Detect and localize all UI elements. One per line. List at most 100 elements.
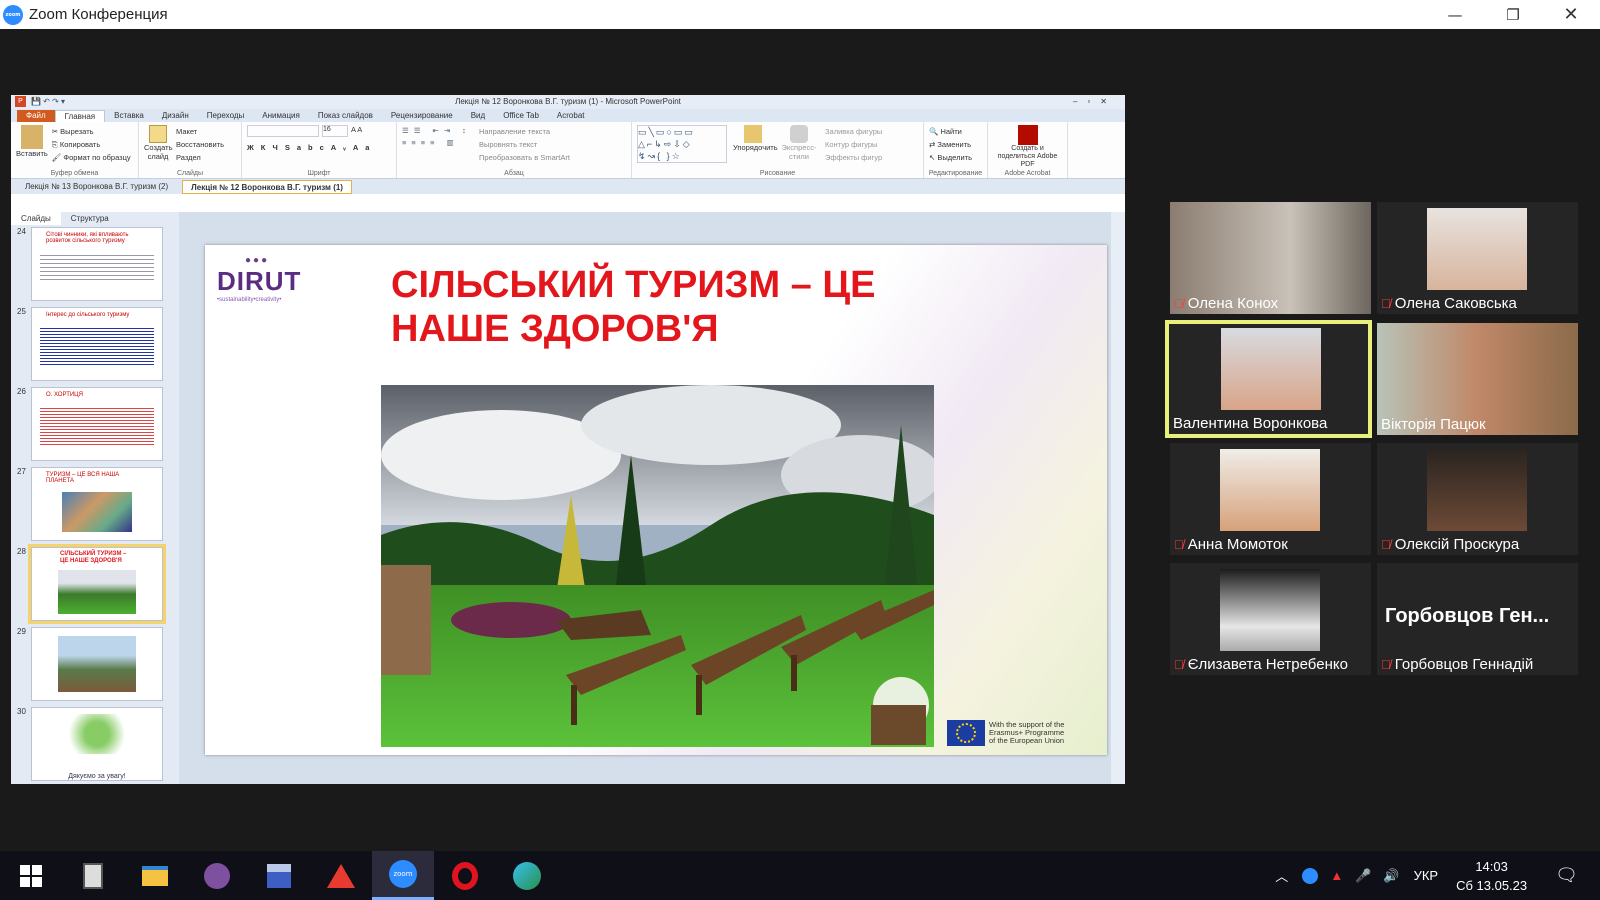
tab-slideshow[interactable]: Показ слайдов (309, 110, 382, 122)
window-title: Zoom Конференция (29, 6, 168, 23)
new-slide-button[interactable]: Создать слайд (144, 125, 173, 164)
start-button[interactable] (0, 851, 62, 900)
participant-tile[interactable]: 🎙̸ Єлизавета Нетребенко (1170, 563, 1371, 675)
slide-thumbnail[interactable] (31, 627, 163, 701)
thumbnail-26[interactable]: 26 О. ХОРТИЦЯ (17, 387, 163, 461)
paragraph-buttons[interactable]: ☰☰ ⇤⇥ ↕ ≡≡≡≡ ▥ (402, 125, 471, 164)
app-button[interactable] (310, 851, 372, 900)
smartart-button[interactable]: Преобразовать в SmartArt (479, 151, 570, 164)
select-button[interactable]: ↖ Выделить (929, 151, 982, 164)
participant-tile[interactable]: 🎙̸ Анна Момоток (1170, 443, 1371, 555)
create-pdf-button[interactable]: Создать и поделиться Adobe PDF (993, 125, 1062, 169)
slide-thumbnail[interactable]: Сітові чинники, які впливають розвиток с… (31, 227, 163, 301)
quick-styles-button[interactable]: Экспресс-стили (779, 125, 819, 164)
tab-transitions[interactable]: Переходы (198, 110, 254, 122)
tab-acrobat[interactable]: Acrobat (548, 110, 594, 122)
opera-button[interactable] (434, 851, 496, 900)
slide-number: 26 (17, 387, 26, 396)
edge-button[interactable] (496, 851, 558, 900)
format-painter-button[interactable]: 🖌 Формат по образцу (52, 151, 131, 164)
tab-animation[interactable]: Анимация (253, 110, 309, 122)
paste-button[interactable]: Вставить (16, 125, 48, 164)
microphone-icon[interactable]: 🎤 (1355, 868, 1371, 884)
tab-design[interactable]: Дизайн (153, 110, 198, 122)
tab-view[interactable]: Вид (462, 110, 494, 122)
zoom-taskbar-button[interactable]: zoom (372, 851, 434, 900)
close-button[interactable]: ✕ (1542, 0, 1600, 29)
thumbnail-30[interactable]: 30 Дякуємо за увагу! (17, 707, 163, 781)
replace-button[interactable]: ⇄ Заменить (929, 138, 982, 151)
slide-thumbnail[interactable]: ТУРИЗМ – ЦЕ ВСЯ НАША ПЛАНЕТА (31, 467, 163, 541)
zoom-tray-icon[interactable] (1302, 867, 1319, 884)
group-paragraph: ☰☰ ⇤⇥ ↕ ≡≡≡≡ ▥ Направление текста Выровня… (397, 122, 632, 178)
doc-tab-lecture-12[interactable]: Лекція № 12 Воронкова В.Г. туризм (1) (182, 179, 352, 194)
calculator-button[interactable] (62, 851, 124, 900)
slide-thumbnail[interactable]: Дякуємо за увагу! (31, 707, 163, 781)
restore-button[interactable]: ❐ (1484, 0, 1542, 29)
shapes-gallery[interactable]: ▭╲▭○▭▭ △⌐↳⇨⇩◇ ↯↝{ }☆ (637, 125, 727, 163)
thumb-title: Дякуємо за увагу! (68, 773, 126, 780)
participant-photo (1427, 208, 1527, 290)
font-grow-icon[interactable]: A A (351, 125, 362, 137)
quick-styles-icon (790, 125, 808, 143)
doc-tab-lecture-13[interactable]: Лекція № 13 Воронкова В.Г. туризм (2) (17, 180, 176, 194)
cut-button[interactable]: ✂ Вырезать (52, 125, 131, 138)
tab-slides[interactable]: Слайды (11, 212, 61, 225)
copy-button[interactable]: ⎘ Копировать (52, 138, 131, 151)
clock[interactable]: 14:03 Сб 13.05.23 (1456, 857, 1527, 895)
ppt-window-controls[interactable]: –▫✕ (1073, 95, 1117, 109)
find-button[interactable]: 🔍 Найти (929, 125, 982, 138)
tab-outline[interactable]: Структура (61, 212, 119, 225)
file-explorer-button[interactable] (124, 851, 186, 900)
slide-thumbnail-selected[interactable]: СІЛЬСЬКИЙ ТУРИЗМ – ЦЕ НАШЕ ЗДОРОВ'Я (28, 544, 166, 624)
shape-effects-button[interactable]: Эффекты фигур (825, 151, 882, 164)
align-text-button[interactable]: Выровнять текст (479, 138, 570, 151)
thumbnail-28[interactable]: 28 СІЛЬСЬКИЙ ТУРИЗМ – ЦЕ НАШЕ ЗДОРОВ'Я (17, 544, 166, 624)
font-format-buttons[interactable]: ЖКЧSabcAᵥAa (247, 143, 391, 152)
chevron-up-icon[interactable]: ︿ (1275, 866, 1288, 885)
current-slide[interactable]: ●●● DIRUT •sustainability•creativity• СІ… (205, 245, 1107, 755)
thumbnail-27[interactable]: 27 ТУРИЗМ – ЦЕ ВСЯ НАША ПЛАНЕТА (17, 467, 163, 541)
save-app-button[interactable] (248, 851, 310, 900)
zoom-title-bar: zoom Zoom Конференция — ❐ ✕ (0, 0, 1600, 29)
font-size-select[interactable]: 16 (322, 125, 348, 137)
tab-file[interactable]: Файл (17, 110, 55, 122)
thumbnail-29[interactable]: 29 (17, 627, 163, 701)
clock-date: Сб 13.05.23 (1456, 877, 1528, 893)
tab-review[interactable]: Рецензирование (382, 110, 462, 122)
font-name-select[interactable] (247, 125, 319, 137)
ribbon-tabs: Файл Главная Вставка Дизайн Переходы Ани… (11, 109, 1125, 122)
thumbnail-25[interactable]: 25 Інтерес до сільського туризму (17, 307, 163, 381)
tab-home[interactable]: Главная (54, 110, 106, 122)
slide-thumbnail[interactable]: О. ХОРТИЦЯ (31, 387, 163, 461)
thumbnail-24[interactable]: 24 Сітові чинники, які впливають розвиток… (17, 227, 163, 301)
participant-tile[interactable]: 🎙̸ Олексій Проскура (1377, 443, 1578, 555)
participant-tile[interactable]: 🎙̸ Олена Саковська (1377, 202, 1578, 314)
layout-button[interactable]: Макет (176, 125, 224, 138)
volume-icon[interactable]: 🔊 (1383, 868, 1399, 884)
participant-tile[interactable]: 🎙̸ Олена Конох (1170, 202, 1371, 314)
viber-button[interactable] (186, 851, 248, 900)
arrange-button[interactable]: Упорядочить (733, 125, 778, 164)
participant-tile[interactable]: Вікторія Пацюк (1377, 323, 1578, 435)
shape-outline-button[interactable]: Контур фигуры (825, 138, 882, 151)
participant-tile-active-speaker[interactable]: Валентина Воронкова (1165, 320, 1372, 438)
tab-office-tab[interactable]: Office Tab (494, 110, 548, 122)
participant-tile[interactable]: Горбовцов Ген... 🎙̸ Горбовцов Геннадій (1377, 563, 1578, 675)
text-direction-button[interactable]: Направление текста (479, 125, 570, 138)
notifications-icon[interactable]: 🗨 (1555, 865, 1578, 886)
language-indicator[interactable]: УКР (1414, 868, 1439, 883)
slide-thumbnail[interactable]: Інтерес до сільського туризму (31, 307, 163, 381)
paste-label: Вставить (16, 149, 48, 158)
erasmus-logo: With the support of the Erasmus+ Program… (947, 720, 1064, 746)
section-button[interactable]: Раздел (176, 151, 224, 164)
reset-button[interactable]: Восстановить (176, 138, 224, 151)
muted-mic-icon: 🎙̸ (1174, 296, 1184, 311)
shape-fill-button[interactable]: Заливка фигуры (825, 125, 882, 138)
quick-access-toolbar[interactable]: 💾 ↶ ↷ ▾ (31, 95, 65, 109)
tab-insert[interactable]: Вставка (105, 110, 153, 122)
muted-mic-icon: 🎙̸ (1174, 657, 1184, 672)
app-tray-icon[interactable]: ▲ (1330, 868, 1343, 883)
editor-scrollbar[interactable] (1111, 212, 1125, 784)
minimize-button[interactable]: — (1426, 0, 1484, 29)
